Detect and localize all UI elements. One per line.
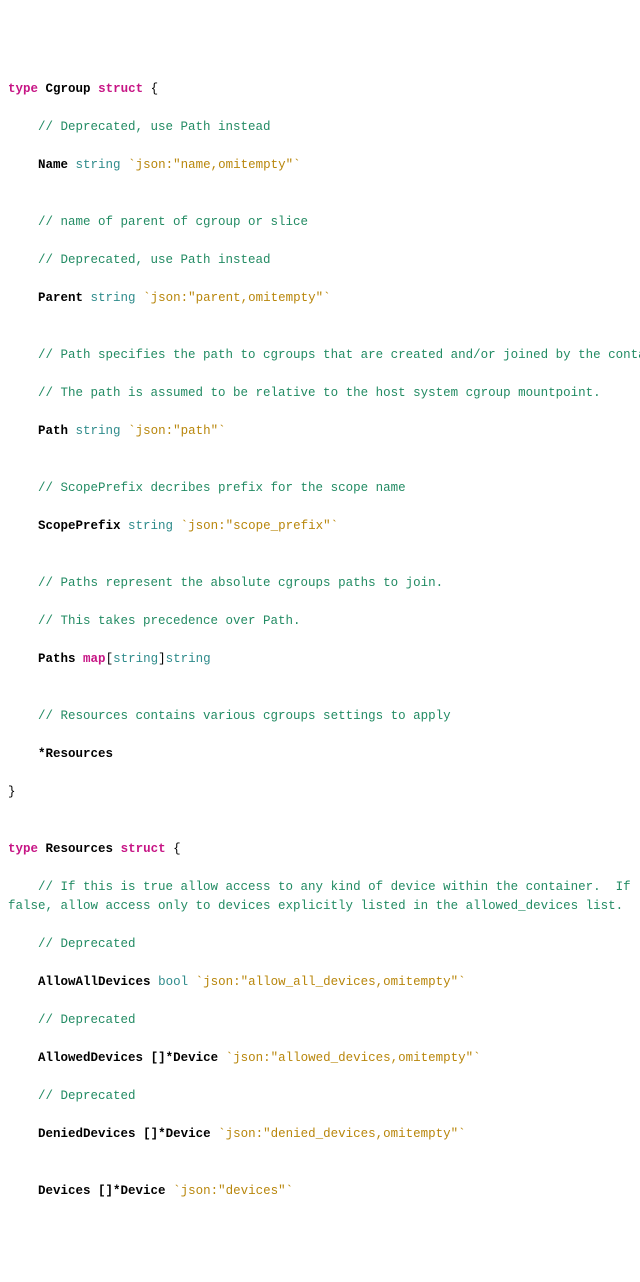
- comment: // Path specifies the path to cgroups th…: [38, 348, 640, 362]
- comment: // Deprecated, use Path instead: [38, 253, 271, 267]
- code-line: // Resources contains various cgroups se…: [8, 707, 632, 726]
- code-line: Name string `json:"name,omitempty"`: [8, 156, 632, 175]
- bracket-open: [: [106, 652, 114, 666]
- keyword-struct: struct: [121, 842, 166, 856]
- type-string: string: [76, 158, 121, 172]
- keyword-type: type: [8, 82, 38, 96]
- comment: // ScopePrefix decribes prefix for the s…: [38, 481, 406, 495]
- code-line: type Resources struct {: [8, 840, 632, 859]
- ident-resources: Resources: [46, 842, 114, 856]
- code-line: // The path is assumed to be relative to…: [8, 384, 632, 403]
- comment: // If this is true allow access to any k…: [8, 880, 638, 913]
- json-tag: `json:"parent,omitempty"`: [143, 291, 331, 305]
- comment: // Paths represent the absolute cgroups …: [38, 576, 443, 590]
- field-scopeprefix: ScopePrefix: [38, 519, 121, 533]
- code-line: // Deprecated: [8, 1011, 632, 1030]
- json-tag: `json:"scope_prefix"`: [181, 519, 339, 533]
- type-string: string: [128, 519, 173, 533]
- json-tag: `json:"devices"`: [173, 1184, 293, 1198]
- code-line: // name of parent of cgroup or slice: [8, 213, 632, 232]
- code-line: // Path specifies the path to cgroups th…: [8, 346, 632, 365]
- json-tag: `json:"allowed_devices,omitempty"`: [226, 1051, 481, 1065]
- code-line: AllowedDevices []*Device `json:"allowed_…: [8, 1049, 632, 1068]
- code-line: Devices []*Device `json:"devices"`: [8, 1182, 632, 1201]
- comment: // This takes precedence over Path.: [38, 614, 301, 628]
- keyword-struct: struct: [98, 82, 143, 96]
- code-line: // Deprecated, use Path instead: [8, 118, 632, 137]
- slice-device: []*Device: [143, 1127, 211, 1141]
- brace-open: {: [151, 82, 159, 96]
- bracket-close: ]: [158, 652, 166, 666]
- brace-close: }: [8, 785, 16, 799]
- type-string: string: [76, 424, 121, 438]
- field-alloweddevices: AllowedDevices: [38, 1051, 143, 1065]
- comment: // The path is assumed to be relative to…: [38, 386, 601, 400]
- code-line: // Deprecated, use Path instead: [8, 251, 632, 270]
- code-line: }: [8, 783, 632, 802]
- embed-resources: *Resources: [38, 747, 113, 761]
- code-line: // Paths represent the absolute cgroups …: [8, 574, 632, 593]
- type-string: string: [166, 652, 211, 666]
- code-line: // If this is true allow access to any k…: [8, 878, 632, 916]
- slice-device: []*Device: [151, 1051, 219, 1065]
- comment: // name of parent of cgroup or slice: [38, 215, 308, 229]
- code-line: // Deprecated: [8, 1087, 632, 1106]
- json-tag: `json:"path"`: [128, 424, 226, 438]
- json-tag: `json:"name,omitempty"`: [128, 158, 301, 172]
- code-line: ScopePrefix string `json:"scope_prefix"`: [8, 517, 632, 536]
- code-line: Paths map[string]string: [8, 650, 632, 669]
- field-path: Path: [38, 424, 68, 438]
- comment: // Deprecated: [38, 1013, 136, 1027]
- json-tag: `json:"denied_devices,omitempty"`: [218, 1127, 466, 1141]
- code-line: DeniedDevices []*Device `json:"denied_de…: [8, 1125, 632, 1144]
- json-tag: `json:"allow_all_devices,omitempty"`: [196, 975, 466, 989]
- code-line: Path string `json:"path"`: [8, 422, 632, 441]
- comment: // Resources contains various cgroups se…: [38, 709, 451, 723]
- code-line: // Deprecated: [8, 935, 632, 954]
- field-paths: Paths: [38, 652, 76, 666]
- code-line: // ScopePrefix decribes prefix for the s…: [8, 479, 632, 498]
- type-string: string: [113, 652, 158, 666]
- code-line: Parent string `json:"parent,omitempty"`: [8, 289, 632, 308]
- field-parent: Parent: [38, 291, 83, 305]
- comment: // Deprecated: [38, 937, 136, 951]
- field-allowalldevices: AllowAllDevices: [38, 975, 151, 989]
- keyword-map: map: [83, 652, 106, 666]
- brace-open: {: [173, 842, 181, 856]
- code-line: // This takes precedence over Path.: [8, 612, 632, 631]
- code-line: AllowAllDevices bool `json:"allow_all_de…: [8, 973, 632, 992]
- code-line: type Cgroup struct {: [8, 80, 632, 99]
- slice-device: []*Device: [98, 1184, 166, 1198]
- type-bool: bool: [158, 975, 188, 989]
- comment: // Deprecated, use Path instead: [38, 120, 271, 134]
- code-line: *Resources: [8, 745, 632, 764]
- field-devices: Devices: [38, 1184, 91, 1198]
- type-string: string: [91, 291, 136, 305]
- field-denieddevices: DeniedDevices: [38, 1127, 136, 1141]
- comment: // Deprecated: [38, 1089, 136, 1103]
- ident-cgroup: Cgroup: [46, 82, 91, 96]
- field-name: Name: [38, 158, 68, 172]
- keyword-type: type: [8, 842, 38, 856]
